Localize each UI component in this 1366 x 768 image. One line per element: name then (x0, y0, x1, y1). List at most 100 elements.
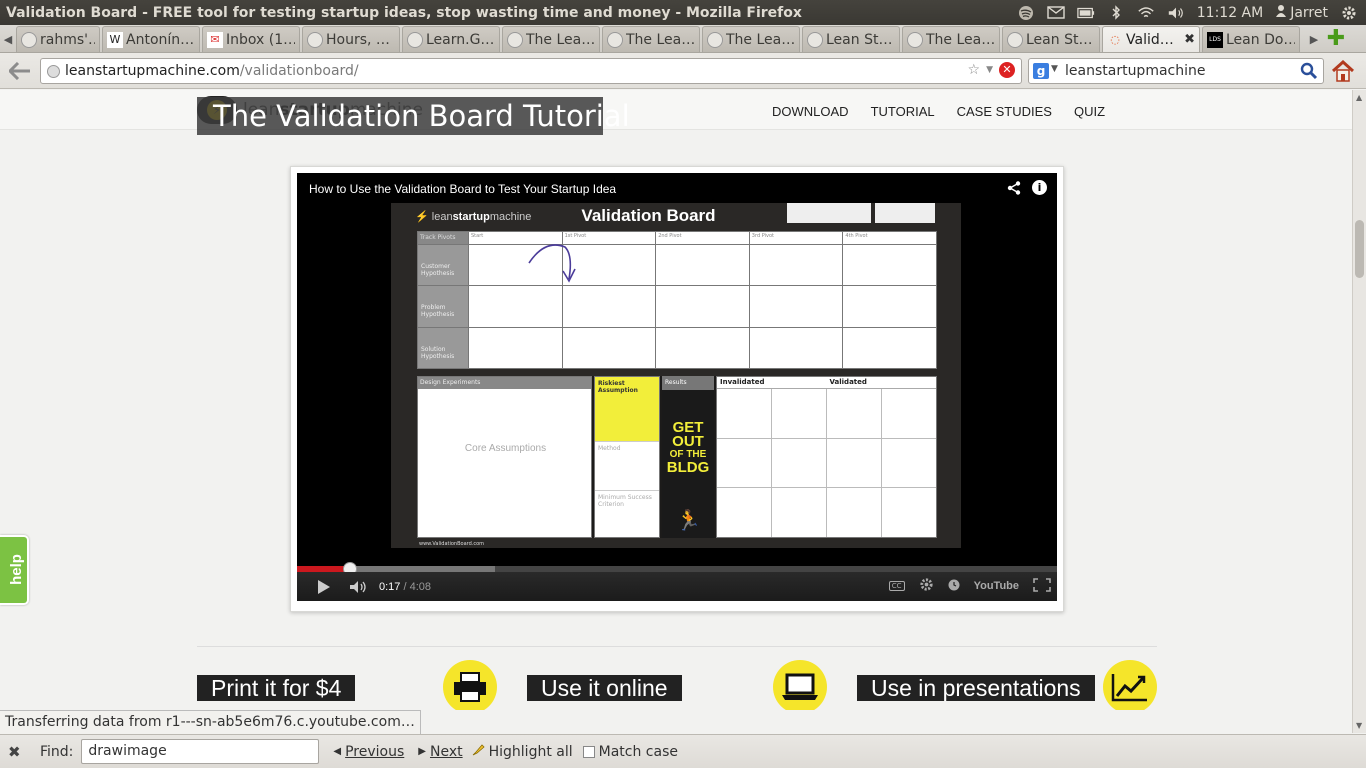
tab[interactable]: ✉ Inbox (1… (202, 26, 300, 52)
match-case-checkbox[interactable]: Match case (582, 744, 678, 760)
back-arrow-icon[interactable] (6, 57, 34, 85)
lds-icon: LDS (1207, 31, 1223, 48)
info-icon[interactable]: i (1032, 180, 1047, 195)
use-online-button[interactable]: Use it online (527, 675, 682, 701)
url-dropdown-icon[interactable]: ▼ (986, 65, 993, 75)
home-icon[interactable] (1330, 58, 1356, 84)
video-frame: How to Use the Validation Board to Test … (290, 166, 1064, 612)
share-icon[interactable] (1007, 181, 1021, 199)
tab[interactable]: rahms'… (16, 26, 100, 52)
youtube-logo[interactable]: YouTube (974, 580, 1019, 592)
search-engine-dropdown-icon[interactable]: ▼ (1051, 64, 1058, 74)
close-find-icon[interactable]: ✖ (8, 743, 22, 761)
user-menu[interactable]: Jarret (1275, 4, 1328, 21)
find-previous-label: Previous (345, 743, 405, 760)
running-man-icon: 🏃 (676, 508, 701, 532)
tab-scroll-right-icon[interactable]: ▶ (1306, 26, 1322, 52)
hypothesis-row-label: Solution Hypothesis (418, 327, 468, 368)
menu-tutorial[interactable]: TUTORIAL (871, 104, 935, 119)
url-path: /validationboard/ (239, 62, 359, 79)
hypothesis-row-label: Problem Hypothesis (418, 286, 468, 327)
fullscreen-icon[interactable] (1033, 577, 1051, 595)
scroll-down-icon[interactable]: ▼ (1356, 721, 1362, 730)
settings-gear-icon[interactable] (919, 577, 934, 595)
tab[interactable]: The Lea… (602, 26, 700, 52)
tab[interactable]: The Lea… (502, 26, 600, 52)
gmail-icon: ✉ (207, 31, 223, 48)
status-bar: Transferring data from r1---sn-ab5e6m76.… (0, 710, 421, 734)
results-grid: Invalidated Validated (716, 376, 937, 538)
tab[interactable]: Hours, … (302, 26, 400, 52)
get-out-text: GET OUT OF THE BLDG (666, 419, 710, 476)
watch-later-icon[interactable] (948, 579, 960, 594)
help-tab[interactable]: help (0, 535, 29, 605)
find-next-button[interactable]: ▶ Next (418, 744, 462, 760)
find-previous-button[interactable]: ◀ Previous (333, 744, 404, 760)
gear-icon[interactable] (1340, 6, 1358, 20)
minimum-success-label: Minimum Success Criterion (595, 490, 659, 539)
youtube-player[interactable]: How to Use the Validation Board to Test … (297, 173, 1057, 601)
highlight-all-button[interactable]: Highlight all (471, 743, 573, 761)
tab-strip: ◀ rahms'…WAntonín…✉Inbox (1…Hours, … Lear… (0, 25, 1366, 53)
hypothesis-row-label: Customer Hypothesis (418, 245, 468, 286)
scrollbar-thumb[interactable] (1355, 220, 1364, 278)
print-button[interactable]: Print it for $4 (197, 675, 356, 701)
mail-icon[interactable] (1047, 6, 1065, 20)
search-icon[interactable] (1300, 62, 1318, 80)
tab[interactable]: The Lea… (702, 26, 800, 52)
highlight-all-label: Highlight all (488, 743, 573, 760)
menu-case-studies[interactable]: CASE STUDIES (957, 104, 1052, 119)
tab[interactable]: W Antonín… (102, 26, 200, 52)
page-icon (607, 31, 623, 48)
tab-label: Learn.G… (426, 31, 495, 48)
tab-label: The Lea… (926, 31, 995, 48)
tab[interactable]: LDS Lean Do… (1202, 26, 1300, 52)
search-bar[interactable]: g ▼ leanstartupmachine (1028, 57, 1324, 84)
page-viewport: ⚡ leanstartupmachine The Validation Boar… (0, 90, 1352, 710)
tab[interactable]: Learn.G… (402, 26, 500, 52)
captions-icon[interactable]: CC (888, 581, 905, 591)
printer-icon[interactable] (443, 660, 497, 710)
site-menu: DOWNLOAD TUTORIAL CASE STUDIES QUIZ (772, 104, 1105, 119)
laptop-icon[interactable] (773, 660, 827, 710)
stop-icon[interactable]: ✕ (999, 61, 1015, 78)
tab-label: The Lea… (726, 31, 795, 48)
find-next-label: Next (429, 743, 463, 760)
battery-icon[interactable] (1077, 6, 1095, 20)
wifi-icon[interactable] (1137, 6, 1155, 20)
loading-icon: ◌ (1110, 33, 1120, 46)
new-tab-icon[interactable]: ✚ (1322, 26, 1350, 52)
next-arrow-icon: ▶ (418, 746, 426, 757)
volume-icon[interactable] (349, 580, 369, 594)
page-icon (21, 31, 37, 48)
use-presentations-button[interactable]: Use in presentations (857, 675, 1095, 701)
pivot-cell (562, 286, 656, 327)
checkbox-box[interactable] (582, 745, 595, 758)
help-label: help (7, 554, 25, 585)
play-icon[interactable] (317, 579, 331, 595)
url-host: leanstartupmachine.com (65, 62, 240, 79)
chart-growth-icon[interactable] (1103, 660, 1157, 710)
scroll-up-icon[interactable]: ▲ (1356, 93, 1362, 102)
bookmark-star-icon[interactable]: ☆ (968, 62, 981, 78)
volume-icon[interactable] (1167, 6, 1185, 20)
page-icon (407, 31, 423, 48)
tab-label: Lean St… (1026, 31, 1093, 48)
menu-download[interactable]: DOWNLOAD (772, 104, 849, 119)
page-scrollbar[interactable]: ▲ ▼ (1352, 90, 1366, 733)
bluetooth-icon[interactable] (1107, 5, 1125, 20)
tab[interactable]: Lean St… (802, 26, 900, 52)
url-bar[interactable]: leanstartupmachine.com/validationboard/ … (40, 57, 1022, 84)
google-icon[interactable]: g (1033, 62, 1049, 79)
search-input[interactable]: leanstartupmachine (1065, 63, 1206, 79)
tab[interactable]: ◌ Valid… ✖ (1102, 26, 1200, 52)
find-input[interactable]: drawimage (81, 739, 320, 764)
clock[interactable]: 11:12 AM (1197, 5, 1263, 21)
tab[interactable]: The Lea… (902, 26, 1000, 52)
tab[interactable]: Lean St… (1002, 26, 1100, 52)
spotify-icon[interactable] (1017, 5, 1035, 20)
close-tab-icon[interactable]: ✖ (1184, 32, 1195, 47)
menu-quiz[interactable]: QUIZ (1074, 104, 1105, 119)
video-title[interactable]: How to Use the Validation Board to Test … (309, 182, 616, 196)
tab-scroll-left-icon[interactable]: ◀ (0, 26, 16, 52)
